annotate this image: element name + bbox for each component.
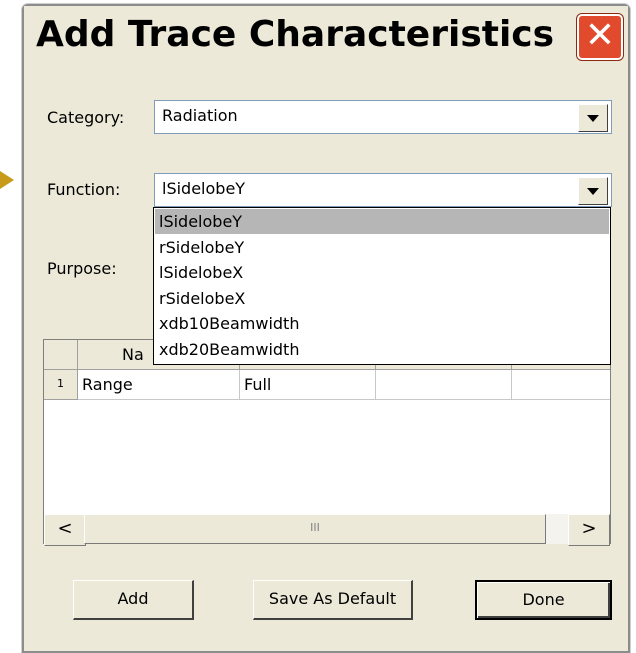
save-as-default-button[interactable]: Save As Default	[253, 580, 413, 620]
category-select[interactable]: Radiation	[154, 100, 612, 134]
cell-col3[interactable]	[376, 370, 512, 400]
chevron-right-icon: >	[581, 518, 597, 539]
function-option[interactable]: lSidelobeX	[155, 260, 609, 285]
scroll-thumb[interactable]: III	[84, 514, 546, 544]
done-button[interactable]: Done	[475, 580, 612, 620]
chevron-down-icon[interactable]	[578, 177, 608, 205]
add-button[interactable]: Add	[73, 580, 194, 620]
function-label: Function:	[47, 180, 121, 199]
close-button[interactable]: ✕	[577, 14, 623, 60]
category-value: Radiation	[162, 106, 238, 125]
cell-col4[interactable]	[512, 370, 610, 400]
function-value: lSidelobeY	[162, 179, 246, 198]
cell-name[interactable]: Range	[78, 370, 240, 400]
scroll-right-button[interactable]: >	[568, 514, 610, 546]
cell-value[interactable]: Full	[240, 370, 376, 400]
function-select[interactable]: lSidelobeY	[154, 173, 612, 207]
category-label: Category:	[47, 108, 125, 127]
close-icon: ✕	[584, 15, 616, 56]
purpose-label: Purpose:	[47, 259, 117, 278]
function-dropdown-list[interactable]: lSidelobeY rSidelobeY lSidelobeX rSidelo…	[153, 207, 611, 365]
arrow-pointer-icon	[0, 171, 14, 189]
dialog-title: Add Trace Characteristics	[36, 14, 555, 55]
chevron-left-icon: <	[57, 518, 73, 539]
function-option[interactable]: xdb20Beamwidth	[155, 337, 609, 362]
row-number: 1	[44, 370, 78, 400]
function-option[interactable]: xdb10Beamwidth	[155, 311, 609, 336]
grid-corner-header	[44, 340, 78, 370]
function-option[interactable]: rSidelobeX	[155, 286, 609, 311]
grip-icon: III	[310, 521, 320, 534]
chevron-down-icon[interactable]	[578, 104, 608, 132]
function-option[interactable]: rSidelobeY	[155, 235, 609, 260]
scroll-left-button[interactable]: <	[44, 514, 86, 546]
function-option[interactable]: lSidelobeY	[155, 209, 609, 234]
